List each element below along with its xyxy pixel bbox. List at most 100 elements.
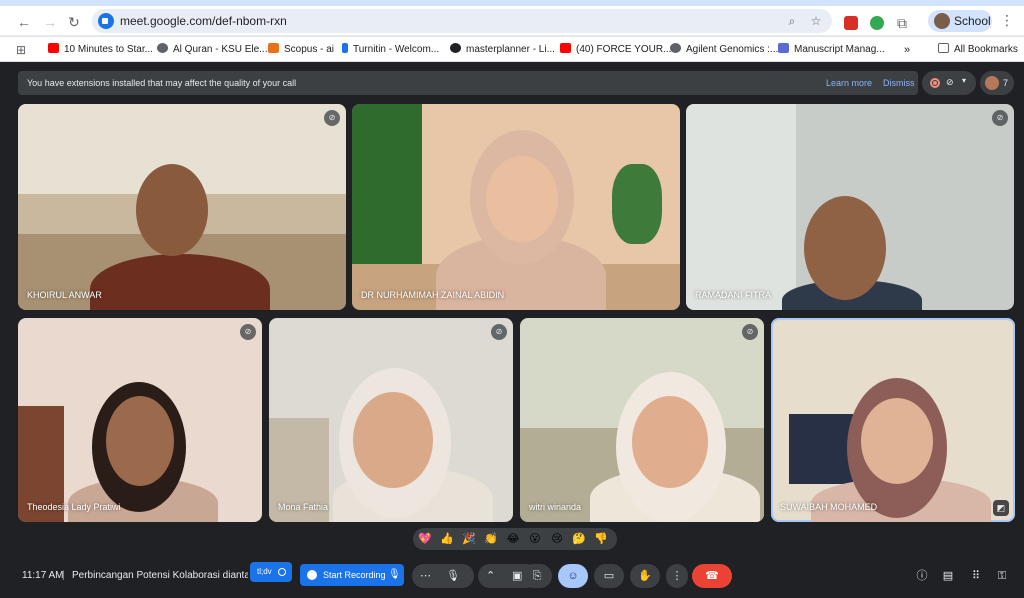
hang-up-icon: ☎ bbox=[705, 570, 719, 582]
bookmark-item[interactable]: 10 Minutes to Star... bbox=[48, 42, 153, 58]
participant-avatar bbox=[985, 76, 999, 90]
camera-off-icon: ⊘ bbox=[946, 77, 954, 87]
chevron-up-icon: ⌃ bbox=[486, 570, 496, 582]
github-icon bbox=[450, 43, 461, 53]
meet-site-icon bbox=[98, 13, 114, 29]
reaction-surprised-icon[interactable]: 😮 bbox=[527, 531, 543, 547]
more-options-button[interactable]: ⋮ bbox=[666, 564, 688, 588]
participants-pill[interactable]: 7 bbox=[980, 71, 1014, 95]
more-audio-options-icon: ⋯ bbox=[420, 570, 431, 582]
activities-icon[interactable]: ⠿ bbox=[968, 568, 984, 584]
all-bookmarks-button[interactable]: All Bookmarks bbox=[938, 42, 1018, 58]
reaction-laugh-icon[interactable]: 😂 bbox=[505, 531, 521, 547]
record-icon bbox=[930, 78, 940, 88]
video-tile-suwaibah-mohamed[interactable]: ◩ SUWAIBAH MOHAMED bbox=[771, 318, 1015, 522]
start-recording-label: Start Recording bbox=[323, 570, 386, 580]
bookmark-star-icon[interactable]: ☆ bbox=[808, 13, 824, 29]
plant-right bbox=[612, 164, 662, 244]
profile-label: School bbox=[954, 14, 991, 28]
youtube-icon bbox=[48, 43, 59, 53]
more-bookmarks-icon[interactable]: » bbox=[904, 42, 910, 58]
apps-grid-icon[interactable]: ⊞ bbox=[16, 42, 26, 58]
reaction-party-icon[interactable]: 🎉 bbox=[461, 531, 477, 547]
extension-icon-green[interactable] bbox=[870, 16, 884, 30]
mic-off-icon: ⊘ bbox=[491, 324, 507, 340]
bookmarks-bar: ⊞ 10 Minutes to Star... Al Quran - KSU E… bbox=[0, 37, 1024, 62]
video-tile-theodesia[interactable]: ⊘ Theodesia Lady Pratiwi bbox=[18, 318, 262, 522]
present-icon: ⎘ bbox=[532, 570, 542, 582]
present-screen-button[interactable]: ⎘ bbox=[522, 564, 552, 588]
bookmark-item[interactable]: Agilent Genomics :... bbox=[670, 42, 778, 58]
address-bar[interactable]: meet.google.com/def-nbom-rxn ⌕ ☆ bbox=[92, 9, 832, 33]
meeting-clock: 11:17 AM bbox=[22, 570, 64, 581]
reaction-thumbs-down-icon[interactable]: 👎 bbox=[593, 531, 609, 547]
bookmark-item[interactable]: Scopus - ai bbox=[268, 42, 334, 58]
profile-button[interactable]: School bbox=[928, 10, 992, 32]
mic-off-icon: ⊘ bbox=[324, 110, 340, 126]
extensions-puzzle-icon[interactable]: ⧉ bbox=[894, 15, 910, 31]
zoom-icon[interactable]: ⌕ bbox=[784, 13, 800, 29]
wall-art bbox=[789, 414, 853, 484]
learn-more-link[interactable]: Learn more bbox=[826, 77, 872, 89]
participant-count: 7 bbox=[1003, 78, 1009, 88]
reactions-bar: 💖 👍 🎉 👏 😂 😮 😢 🤔 👎 bbox=[413, 528, 617, 550]
wall-light bbox=[686, 104, 796, 310]
globe-icon bbox=[157, 43, 168, 53]
leave-call-button[interactable]: ☎ bbox=[692, 564, 732, 588]
manuscript-icon bbox=[778, 43, 789, 53]
video-tile-ramadani-fitra[interactable]: ⊘ RAMADANI FITRA bbox=[686, 104, 1014, 310]
more-vert-icon: ⋮ bbox=[671, 570, 683, 582]
reaction-thinking-icon[interactable]: 🤔 bbox=[571, 531, 587, 547]
chat-icon[interactable]: ▤ bbox=[940, 568, 956, 584]
separator: | bbox=[62, 570, 65, 581]
video-tile-witri-winanda[interactable]: ⊘ witri winanda bbox=[520, 318, 764, 522]
recording-status-pill[interactable]: ⊘ ▾ bbox=[922, 71, 976, 95]
video-tile-khoirul-anwar[interactable]: ⊘ KHOIRUL ANWAR bbox=[18, 104, 346, 310]
turnitin-icon bbox=[342, 43, 348, 53]
pin-icon[interactable]: ◩ bbox=[993, 500, 1009, 516]
bookmark-item[interactable]: (40) FORCE YOUR... bbox=[560, 42, 671, 58]
meeting-title: Perbincangan Potensi Kolaborasi diantara bbox=[72, 570, 248, 581]
start-recording-button[interactable]: Start Recording 🎙 bbox=[300, 564, 404, 586]
participant-name: Mona Fathia bbox=[278, 502, 329, 512]
reaction-clap-icon[interactable]: 👏 bbox=[483, 531, 499, 547]
participant-name: DR NURHAMIMAH ZAINAL ABIDIN bbox=[361, 290, 505, 300]
mic-icon: 🎙 bbox=[388, 569, 401, 580]
bookmark-item[interactable]: Manuscript Manag... bbox=[778, 42, 885, 58]
extension-icon-red[interactable] bbox=[844, 16, 858, 30]
host-controls-icon[interactable]: ⚿ bbox=[994, 568, 1010, 584]
profile-avatar bbox=[934, 13, 950, 29]
reaction-heart-icon[interactable]: 💖 bbox=[417, 531, 433, 547]
participant-name: Theodesia Lady Pratiwi bbox=[27, 502, 121, 512]
browser-chrome: ← → ↻ meet.google.com/def-nbom-rxn ⌕ ☆ ⧉… bbox=[0, 0, 1024, 62]
reaction-sad-icon[interactable]: 😢 bbox=[549, 531, 565, 547]
reload-icon[interactable]: ↻ bbox=[66, 14, 82, 30]
participant-name: witri winanda bbox=[529, 502, 582, 512]
raise-hand-button[interactable]: ✋ bbox=[630, 564, 660, 588]
bookmark-item[interactable]: masterplanner - Li... bbox=[450, 42, 555, 58]
bookmark-item[interactable]: Turnitin - Welcom... bbox=[342, 42, 439, 58]
globe-icon bbox=[670, 43, 681, 53]
scopus-icon bbox=[268, 43, 279, 53]
back-icon[interactable]: ← bbox=[16, 14, 32, 30]
dismiss-link[interactable]: Dismiss bbox=[883, 77, 915, 89]
notice-text: You have extensions installed that may a… bbox=[27, 78, 297, 88]
folder-icon bbox=[938, 43, 949, 53]
browser-menu-icon[interactable]: ⋮ bbox=[1000, 13, 1014, 27]
emoji-reactions-button[interactable]: ☺ bbox=[558, 564, 588, 588]
mic-off-icon: ⊘ bbox=[992, 110, 1008, 126]
emoji-icon: ☺ bbox=[567, 570, 579, 582]
reaction-thumbs-up-icon[interactable]: 👍 bbox=[439, 531, 455, 547]
captions-button[interactable]: ▭ bbox=[594, 564, 624, 588]
mic-control[interactable]: ⋯ 🎙 bbox=[412, 564, 474, 588]
meeting-details-icon[interactable]: ⓘ bbox=[914, 568, 930, 584]
forward-icon[interactable]: → bbox=[42, 14, 58, 30]
mic-icon: 🎙 bbox=[446, 570, 460, 582]
record-icon bbox=[307, 570, 317, 580]
tldv-badge[interactable]: tl;dv bbox=[250, 562, 292, 582]
bookmark-item[interactable]: Al Quran - KSU Ele... bbox=[157, 42, 267, 58]
video-tile-nurhamimah[interactable]: DR NURHAMIMAH ZAINAL ABIDIN bbox=[352, 104, 680, 310]
hand-icon: ✋ bbox=[638, 570, 652, 582]
participant-name: SUWAIBAH MOHAMED bbox=[780, 502, 878, 512]
video-tile-mona-fathia[interactable]: ⊘ Mona Fathia bbox=[269, 318, 513, 522]
